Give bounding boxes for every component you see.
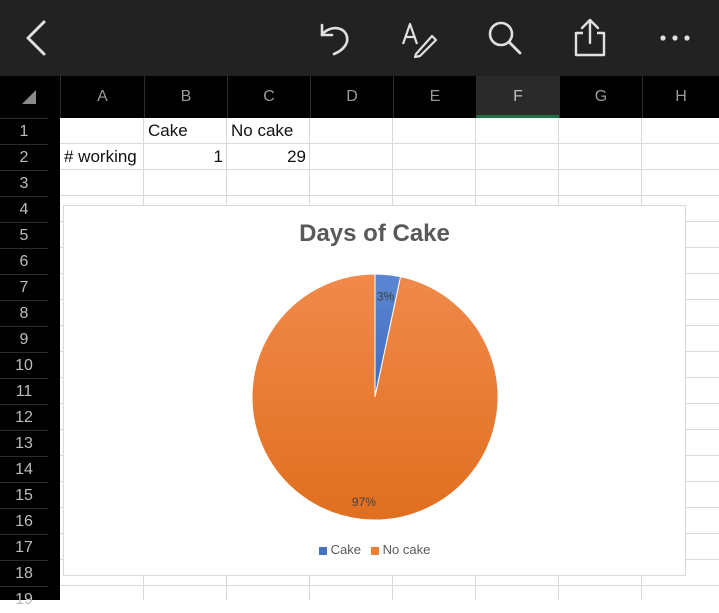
row-header[interactable]: 16 [0,508,48,534]
legend-item-cake: Cake [318,542,362,557]
data-label-cake: 3% [377,290,395,304]
row-header[interactable]: 12 [0,404,48,430]
row-header-bar: 1 2 3 4 5 6 7 8 9 10 11 12 13 14 15 16 1… [0,118,60,608]
row-header[interactable]: 6 [0,248,48,274]
top-toolbar [0,0,719,76]
row-header[interactable]: 14 [0,456,48,482]
column-header-d[interactable]: D [310,76,393,118]
column-header-h[interactable]: H [642,76,719,118]
legend-label-cake: Cake [330,542,362,557]
row-header[interactable]: 19 [0,586,48,612]
column-header-e[interactable]: E [393,76,476,118]
column-header-f[interactable]: F [476,76,559,118]
pie-chart[interactable]: Days of Cake 3% 97% Cake No cake [63,205,686,576]
row-header[interactable]: 17 [0,534,48,560]
more-icon[interactable] [653,16,697,60]
pie-plot-area: 3% 97% [251,273,499,521]
legend-swatch-cake [318,546,327,555]
row-header[interactable]: 5 [0,222,48,248]
column-header-c[interactable]: C [227,76,310,118]
grid-line [60,195,719,196]
row-header[interactable]: 10 [0,352,48,378]
search-icon[interactable] [483,16,527,60]
undo-icon[interactable] [313,16,357,60]
row-header[interactable]: 3 [0,170,48,196]
select-all-icon [22,90,36,104]
select-all-corner[interactable] [0,76,60,118]
column-header-a[interactable]: A [60,76,144,118]
legend-label-no-cake: No cake [382,542,431,557]
column-header-bar: A B C D E F G H [0,76,719,118]
row-header[interactable]: 7 [0,274,48,300]
row-header[interactable]: 4 [0,196,48,222]
row-header[interactable]: 9 [0,326,48,352]
column-header-b[interactable]: B [144,76,227,118]
data-label-no-cake: 97% [352,495,376,509]
back-icon[interactable] [14,16,58,60]
cell-a2[interactable]: # working [60,144,144,170]
legend-item-no-cake: No cake [370,542,431,557]
draw-icon[interactable] [398,16,442,60]
column-header-g[interactable]: G [559,76,642,118]
row-header[interactable]: 18 [0,560,48,586]
row-header[interactable]: 15 [0,482,48,508]
cell-c1[interactable]: No cake [227,118,310,144]
row-header[interactable]: 2 [0,144,48,170]
pie-slice-no-cake[interactable] [251,273,499,521]
grid-line [60,585,719,586]
chart-legend: Cake No cake [64,542,685,557]
row-header[interactable]: 11 [0,378,48,404]
row-header[interactable]: 1 [0,118,48,144]
cell-b1[interactable]: Cake [144,118,227,144]
share-icon[interactable] [568,16,612,60]
cell-c2[interactable]: 29 [227,144,310,170]
legend-swatch-no-cake [370,546,379,555]
row-header[interactable]: 13 [0,430,48,456]
row-header[interactable]: 8 [0,300,48,326]
cell-b2[interactable]: 1 [144,144,227,170]
